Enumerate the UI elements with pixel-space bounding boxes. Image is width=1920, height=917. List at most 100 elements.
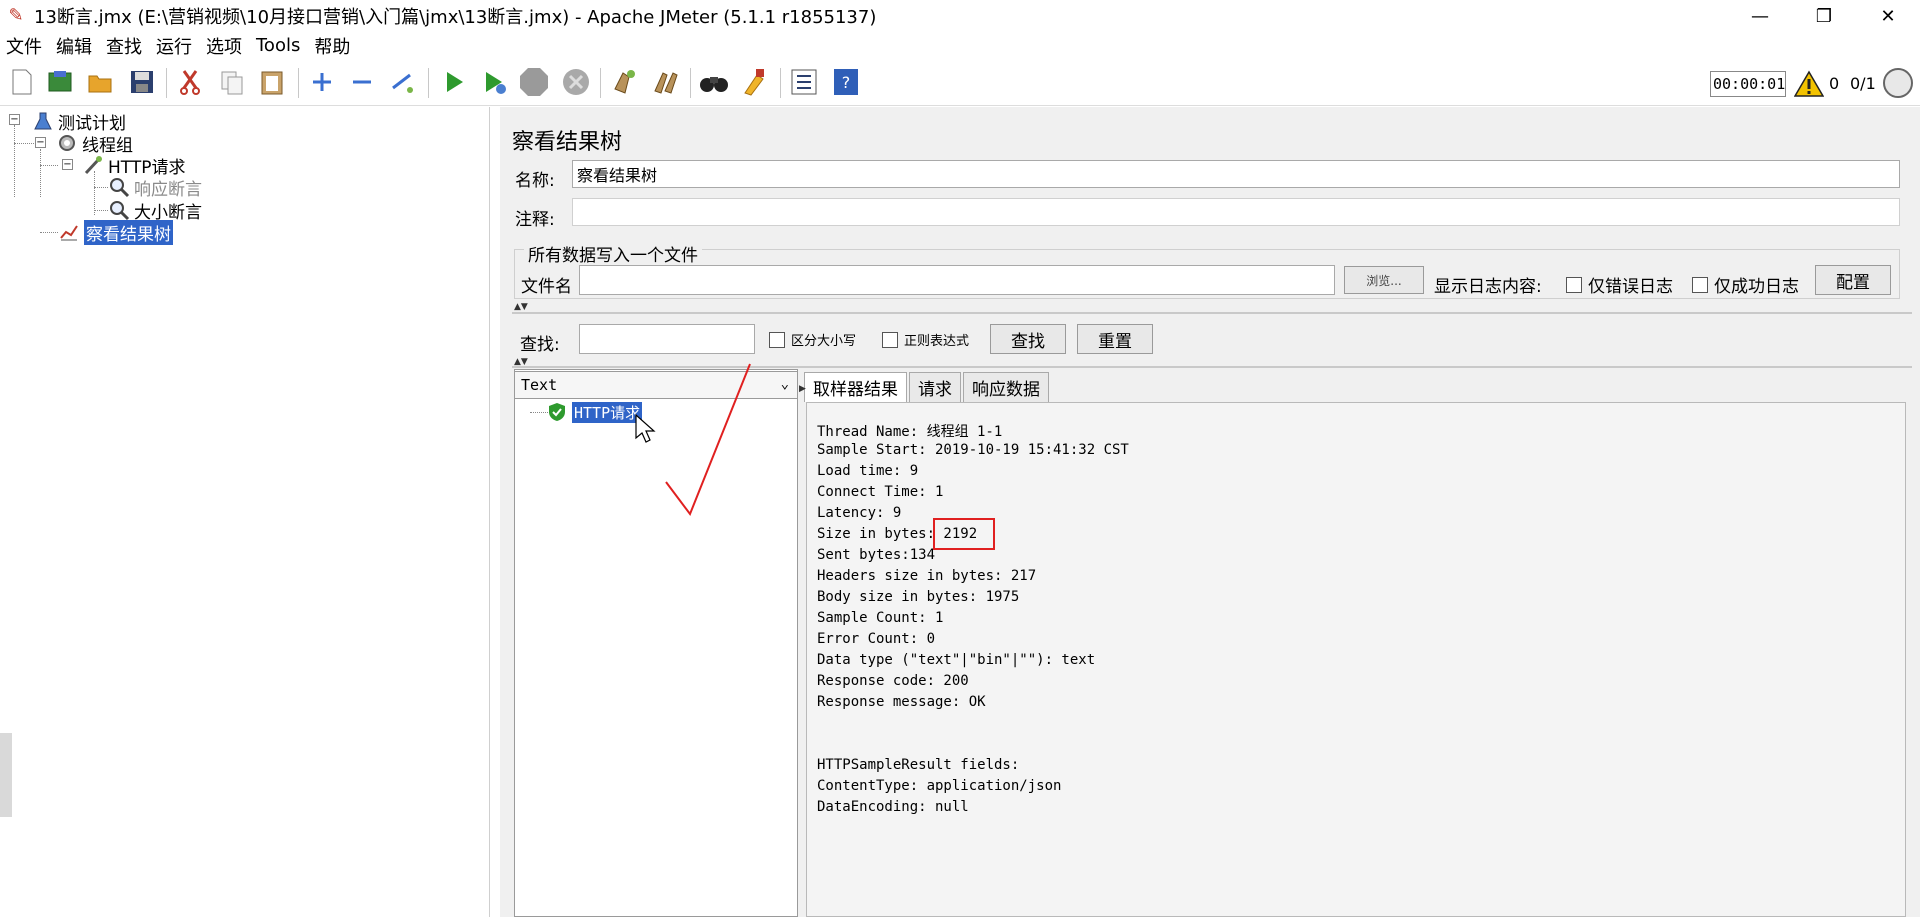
expand-icon[interactable] <box>306 66 338 98</box>
successes-only-checkbox[interactable]: 仅成功日志 <box>1692 272 1799 297</box>
tree-node-http-request[interactable]: HTTP请求 <box>82 154 186 178</box>
result-line: ContentType: application/json <box>817 778 1062 794</box>
svg-text:?: ? <box>842 73 851 92</box>
split-divider[interactable] <box>512 312 1912 314</box>
result-line: Body size in bytes: 1975 <box>817 589 1020 605</box>
magnifier-icon <box>108 176 130 198</box>
clear-all-icon[interactable] <box>650 66 682 98</box>
checkbox-box <box>769 331 785 348</box>
templates-icon[interactable] <box>44 66 76 98</box>
error-count: 0 <box>1829 74 1840 93</box>
comment-field[interactable] <box>572 198 1900 226</box>
tree-node-size-assertion[interactable]: 大小断言 <box>108 199 202 223</box>
split-arrows-icon[interactable]: ▶ <box>799 384 806 394</box>
menu-run[interactable]: 运行 <box>156 33 192 59</box>
checkbox-box <box>1566 276 1582 293</box>
comment-label: 注释: <box>515 210 555 230</box>
result-line: Error Count: 0 <box>817 631 936 647</box>
remote-status-icon <box>1883 68 1913 98</box>
tab-response-data[interactable]: 响应数据 <box>963 372 1049 402</box>
tab-request[interactable]: 请求 <box>909 372 961 402</box>
pipette-icon <box>82 154 104 176</box>
group-title: 所有数据写入一个文件 <box>524 241 702 266</box>
name-field[interactable]: 察看结果树 <box>572 160 1900 188</box>
result-line: Thread Name: 线程组 1-1 <box>817 424 1003 440</box>
clear-icon[interactable] <box>608 66 640 98</box>
active-threads: 0/1 <box>1850 74 1876 93</box>
save-icon[interactable] <box>126 66 158 98</box>
browse-button[interactable]: 浏览... <box>1344 266 1424 294</box>
tree-node-test-plan[interactable]: 测试计划 <box>32 110 126 134</box>
filename-label: 文件名 <box>521 277 572 297</box>
sampler-result-text: Thread Name: 线程组 1-1 Sample Start: 2019-… <box>806 402 1906 917</box>
filename-field[interactable] <box>579 265 1335 295</box>
copy-icon[interactable] <box>216 66 248 98</box>
shutdown-icon[interactable] <box>560 66 592 98</box>
gear-icon <box>56 132 78 154</box>
menu-help[interactable]: 帮助 <box>314 33 350 59</box>
reset-search-icon[interactable] <box>738 66 770 98</box>
checkbox-label: 正则表达式 <box>904 334 970 349</box>
checkbox-box <box>882 331 898 348</box>
chevron-down-icon: ⌄ <box>780 376 789 392</box>
warning-icon[interactable] <box>1793 70 1825 98</box>
start-icon[interactable] <box>438 66 470 98</box>
new-icon[interactable] <box>6 66 38 98</box>
case-sensitive-checkbox[interactable]: 区分大小写 <box>769 330 856 349</box>
help-icon[interactable]: ? <box>830 66 862 98</box>
chart-icon <box>58 221 80 243</box>
reset-button[interactable]: 重置 <box>1077 324 1153 354</box>
renderer-value: Text <box>521 376 558 394</box>
collapse-toggle-icon[interactable]: − <box>9 114 20 125</box>
menu-options[interactable]: 选项 <box>206 33 242 59</box>
menu-edit[interactable]: 编辑 <box>56 33 92 59</box>
jmeter-feather-icon: ✎ <box>8 5 24 26</box>
tree-node-response-assertion[interactable]: 响应断言 <box>108 176 202 200</box>
name-label: 名称: <box>515 171 555 191</box>
sample-item-http-request[interactable]: HTTP请求 <box>546 401 643 423</box>
stop-icon[interactable] <box>518 66 550 98</box>
open-icon[interactable] <box>84 66 116 98</box>
elapsed-timer: 00:00:01 <box>1710 71 1786 97</box>
close-button[interactable]: ✕ <box>1856 0 1920 32</box>
configure-button[interactable]: 配置 <box>1815 265 1891 295</box>
function-helper-icon[interactable] <box>788 66 820 98</box>
tree-node-thread-group[interactable]: 线程组 <box>56 132 133 156</box>
test-plan-tree: − 测试计划 − 线程组 − HTTP请求 响应断言 大小断言 察看结果树 <box>0 107 490 917</box>
find-button[interactable]: 查找 <box>990 324 1066 354</box>
tree-node-view-results-tree[interactable]: 察看结果树 <box>58 219 173 245</box>
toggle-icon[interactable] <box>386 66 418 98</box>
result-line: Data type ("text"|"bin"|""): text <box>817 652 1096 668</box>
start-no-pause-icon[interactable] <box>478 66 510 98</box>
menu-tools[interactable]: Tools <box>256 35 300 56</box>
collapse-toggle-icon[interactable]: − <box>62 159 73 170</box>
checkmark-annotation <box>665 363 751 517</box>
result-line: Sample Count: 1 <box>817 610 944 626</box>
checkbox-label: 仅成功日志 <box>1714 277 1799 297</box>
split-arrows-icon[interactable]: ▲▼ <box>514 302 528 312</box>
minimize-button[interactable]: — <box>1728 0 1792 32</box>
cut-icon[interactable] <box>174 66 206 98</box>
search-input[interactable] <box>579 324 755 354</box>
result-line: HTTPSampleResult fields: <box>817 757 1020 773</box>
regex-checkbox[interactable]: 正则表达式 <box>882 330 969 349</box>
paste-icon[interactable] <box>256 66 288 98</box>
toolbar: ? 00:00:01 0 0/1 <box>0 60 1920 106</box>
maximize-button[interactable]: ❐ <box>1792 0 1856 32</box>
result-line: Load time: 9 <box>817 463 919 479</box>
splitter-handle[interactable] <box>0 733 12 817</box>
result-line: Connect Time: 1 <box>817 484 944 500</box>
result-line: Sent bytes:134 <box>817 547 936 563</box>
collapse-icon[interactable] <box>346 66 378 98</box>
title-bar: ✎ 13断言.jmx (E:\营销视频\10月接口营销\入门篇\jmx\13断言… <box>0 0 1920 32</box>
errors-only-checkbox[interactable]: 仅错误日志 <box>1566 272 1673 297</box>
result-line: Response code: 200 <box>817 673 969 689</box>
menu-search[interactable]: 查找 <box>106 33 142 59</box>
highlight-box <box>933 518 995 550</box>
collapse-toggle-icon[interactable]: − <box>35 137 46 148</box>
tab-sampler-result[interactable]: 取样器结果 <box>804 372 907 402</box>
result-line: Latency: 9 <box>817 505 902 521</box>
menu-file[interactable]: 文件 <box>6 33 42 59</box>
result-line: DataEncoding: null <box>817 799 969 815</box>
search-icon[interactable] <box>698 66 730 98</box>
